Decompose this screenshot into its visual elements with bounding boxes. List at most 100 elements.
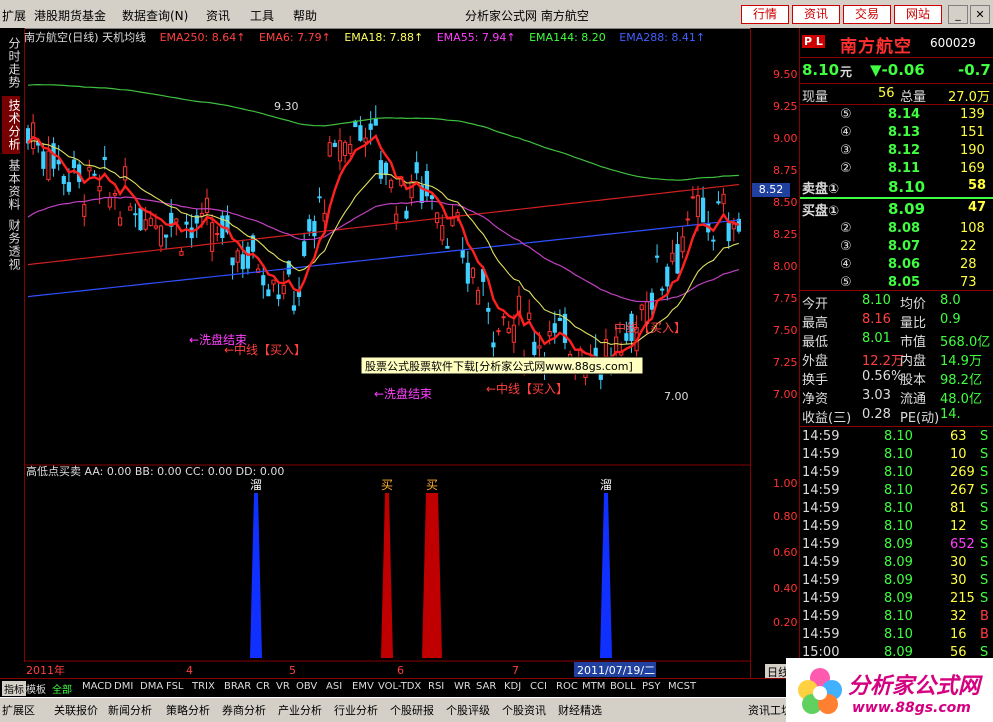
indicator-tab[interactable]: VOL-TDX: [378, 681, 421, 692]
indicator-tab[interactable]: EMV: [352, 681, 374, 692]
indicator-tab[interactable]: TRIX: [192, 681, 215, 692]
tick-side: S: [980, 519, 989, 534]
tick-time: 14:59: [802, 483, 840, 498]
indicator-tab[interactable]: KDJ: [504, 681, 521, 692]
stat-value: 8.0: [940, 293, 961, 308]
indicator-tab[interactable]: DMA: [140, 681, 163, 692]
candle-body: [460, 249, 465, 258]
minimize-icon[interactable]: _: [948, 5, 968, 24]
tab-timeshare[interactable]: 分时走势: [2, 34, 21, 92]
indicator-tab[interactable]: CR: [256, 681, 270, 692]
candle-body: [670, 252, 675, 262]
indicator-tab[interactable]: MACD: [82, 681, 112, 692]
indicator-tab[interactable]: CCI: [530, 681, 547, 692]
stat-label: 内盘: [900, 354, 927, 369]
candle-body: [475, 289, 481, 305]
candle-body: [716, 201, 721, 204]
candle-body: [317, 196, 322, 199]
indicator-tab[interactable]: WR: [454, 681, 471, 692]
stat-value: 8.01: [862, 331, 891, 346]
indicator-tab[interactable]: VR: [276, 681, 290, 692]
bottom-nav-item[interactable]: 关联报价: [54, 702, 98, 718]
tab-finance[interactable]: 财务透视: [2, 216, 21, 274]
candle-body: [501, 316, 506, 319]
axis-tick: 9.00: [773, 132, 798, 145]
bottom-nav-item[interactable]: 个股资讯: [502, 702, 546, 718]
buy-level-row: ③ 8.07 22: [800, 239, 993, 257]
bottom-nav-item[interactable]: 行业分析: [334, 702, 378, 718]
candle-body: [215, 233, 220, 236]
indicator-tab[interactable]: MCST: [668, 681, 696, 692]
signal-bar: [381, 493, 393, 658]
indicator-tab[interactable]: DMI: [114, 681, 133, 692]
indicator-tab[interactable]: 模板: [26, 681, 46, 696]
stat-value: 14.: [940, 407, 961, 422]
bottom-nav-item[interactable]: 个股研报: [390, 702, 434, 718]
indicator-tab[interactable]: SAR: [476, 681, 496, 692]
indicator-tab[interactable]: OBV: [296, 681, 317, 692]
candle-body: [230, 257, 235, 266]
candle-body: [179, 250, 184, 256]
indicator-tab[interactable]: PSY: [642, 681, 661, 692]
candle-body: [383, 162, 389, 176]
candle-body: [486, 307, 491, 312]
candle-body: [92, 173, 97, 176]
sell-level-num: ②: [840, 161, 852, 176]
tick-side: B: [980, 627, 989, 642]
indicator-tab[interactable]: 指标: [2, 681, 26, 696]
close-icon[interactable]: ✕: [970, 5, 990, 24]
sell-level-vol: 139: [960, 107, 985, 122]
website-button[interactable]: 网站: [894, 5, 942, 24]
candle-body: [690, 196, 695, 199]
news-button[interactable]: 资讯: [792, 5, 840, 24]
candle-body: [143, 219, 148, 230]
tab-basic-info[interactable]: 基本资料: [2, 156, 21, 214]
signal-label: 溜: [250, 477, 262, 492]
trade-button[interactable]: 交易: [843, 5, 891, 24]
indicator-tab[interactable]: RSI: [428, 681, 444, 692]
menu-item-extend[interactable]: 扩展: [2, 7, 26, 24]
candle-body: [31, 122, 36, 150]
candle-body: [148, 217, 153, 227]
signal-bar: [250, 493, 262, 658]
indicator-tab[interactable]: ASI: [326, 681, 342, 692]
bottom-nav-item[interactable]: 扩展区: [2, 702, 35, 718]
candle-body: [527, 312, 532, 320]
indicator-tab[interactable]: 全部: [52, 681, 72, 696]
tick-row: 14:59 8.10 269 S: [800, 465, 993, 483]
tick-volume: 652: [950, 537, 975, 552]
tick-side: S: [980, 537, 989, 552]
kline-chart[interactable]: 9.30 7.00 ←洗盘结束 ←中线【买入】 ←洗盘结束 ←中线【买入】 中线…: [24, 28, 750, 678]
tab-technical[interactable]: 技术分析: [2, 96, 21, 154]
indicator-tab[interactable]: BOLL: [610, 681, 636, 692]
wash-end-label-2: ←洗盘结束: [374, 386, 432, 401]
indicator-tab[interactable]: BRAR: [224, 681, 251, 692]
bottom-nav-item[interactable]: 券商分析: [222, 702, 266, 718]
axis-tick: 8.00: [773, 260, 798, 273]
candle-body: [557, 317, 562, 321]
axis-tick: 7.50: [773, 324, 798, 337]
menu-item-news[interactable]: 资讯: [206, 7, 230, 24]
menu-item-data-query[interactable]: 数据查询(N): [122, 7, 188, 24]
buy-level-row: ④ 8.06 28: [800, 257, 993, 275]
bid1-price: 8.09: [888, 200, 926, 218]
indicator-tab[interactable]: MTM: [582, 681, 605, 692]
indicator-tab[interactable]: FSL: [166, 681, 184, 692]
tick-volume: 81: [950, 501, 967, 516]
menu-item-tools[interactable]: 工具: [250, 7, 274, 24]
bid1-vol: 47: [968, 200, 987, 215]
bottom-nav-item[interactable]: 个股评级: [446, 702, 490, 718]
bottom-nav-item[interactable]: 策略分析: [166, 702, 210, 718]
ema55-line: [27, 196, 740, 303]
menu-item-help[interactable]: 帮助: [293, 7, 317, 24]
bottom-nav-item[interactable]: 财经精选: [558, 702, 602, 718]
bottom-nav-item[interactable]: 新闻分析: [108, 702, 152, 718]
stock-name: 南方航空: [840, 37, 912, 57]
tick-volume: 10: [950, 447, 967, 462]
quote-button[interactable]: 行情: [741, 5, 789, 24]
candle-body: [302, 241, 307, 257]
sell-level-price: 8.13: [888, 125, 921, 140]
indicator-tab[interactable]: ROC: [556, 681, 578, 692]
menu-item-hk-futures[interactable]: 港股期货基金: [34, 7, 106, 24]
bottom-nav-item[interactable]: 产业分析: [278, 702, 322, 718]
